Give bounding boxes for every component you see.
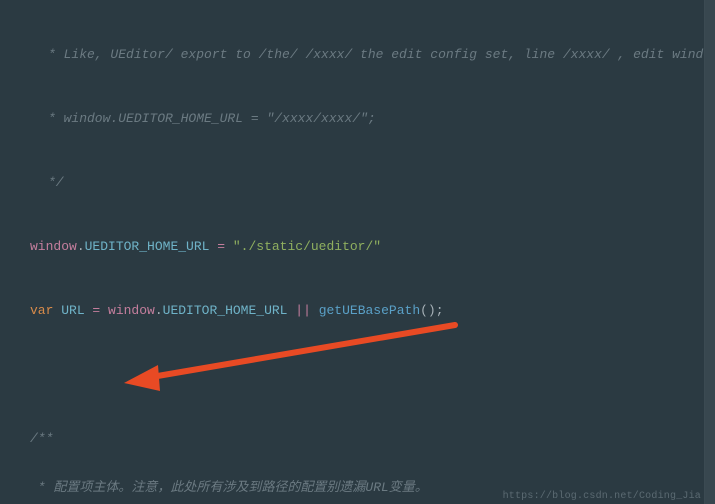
code-line: var URL = window.UEDITOR_HOME_URL || get…	[8, 301, 715, 320]
watermark-text: https://blog.csdn.net/Coding_Jia	[503, 491, 701, 502]
code-area[interactable]: * Like, UEditor/ export to /the/ /xxxx/ …	[0, 0, 715, 504]
code-line: /**	[8, 429, 715, 448]
code-editor: * Like, UEditor/ export to /the/ /xxxx/ …	[0, 0, 715, 504]
tok-url: URL	[61, 303, 84, 318]
comment-text: * window.UEDITOR_HOME_URL = "/xxxx/xxxx/…	[48, 111, 376, 126]
blank-line	[8, 365, 715, 384]
code-line: * window.UEDITOR_HOME_URL = "/xxxx/xxxx/…	[8, 109, 715, 128]
vertical-scrollbar[interactable]	[705, 0, 715, 504]
comment-text: * Like, UEditor/ export to /the/ /xxxx/ …	[48, 47, 715, 62]
tok-func: getUEBasePath	[319, 303, 420, 318]
code-line: * Like, UEditor/ export to /the/ /xxxx/ …	[8, 45, 715, 64]
tok-var: var	[30, 303, 53, 318]
code-line: */	[8, 173, 715, 192]
tok-or: ||	[287, 303, 318, 318]
tok-string: "./static/ueditor/"	[233, 239, 381, 254]
comment-text: */	[48, 175, 64, 190]
code-line: window.UEDITOR_HOME_URL = "./static/uedi…	[8, 237, 715, 256]
tok-window: window	[30, 239, 77, 254]
tok-prop: UEDITOR_HOME_URL	[85, 239, 210, 254]
